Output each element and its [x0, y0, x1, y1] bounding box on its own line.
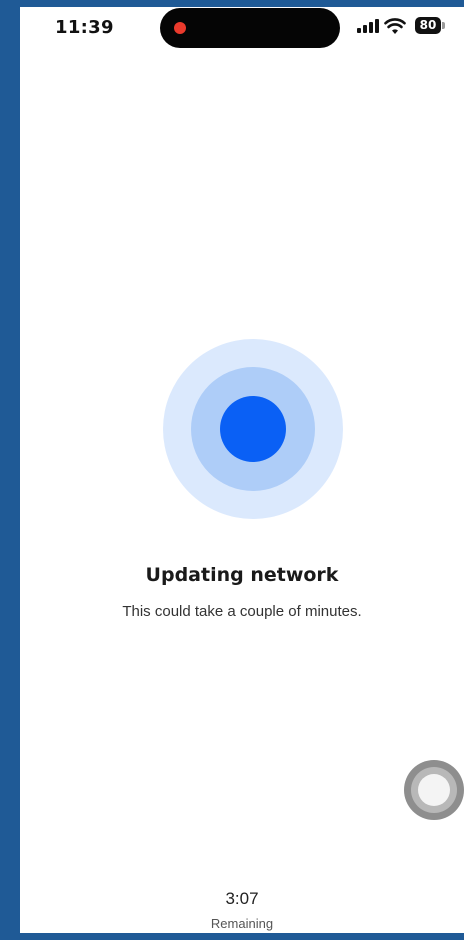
countdown-label: Remaining [210, 916, 274, 931]
battery-tip [442, 22, 445, 29]
battery-icon: 80 [415, 17, 441, 34]
signal-icon [357, 19, 379, 33]
progress-subtitle: This could take a couple of minutes. [122, 603, 362, 620]
dynamic-island [160, 8, 340, 48]
pulse-core-dot [220, 396, 286, 462]
network-pulse-graphic [163, 339, 343, 519]
wifi-icon [384, 18, 406, 34]
assistive-touch-button[interactable] [404, 760, 464, 820]
recording-indicator-icon [174, 22, 186, 34]
countdown-timer: 3:07 [225, 889, 259, 908]
progress-title: Updating network [145, 564, 339, 586]
status-time: 11:39 [55, 17, 114, 38]
